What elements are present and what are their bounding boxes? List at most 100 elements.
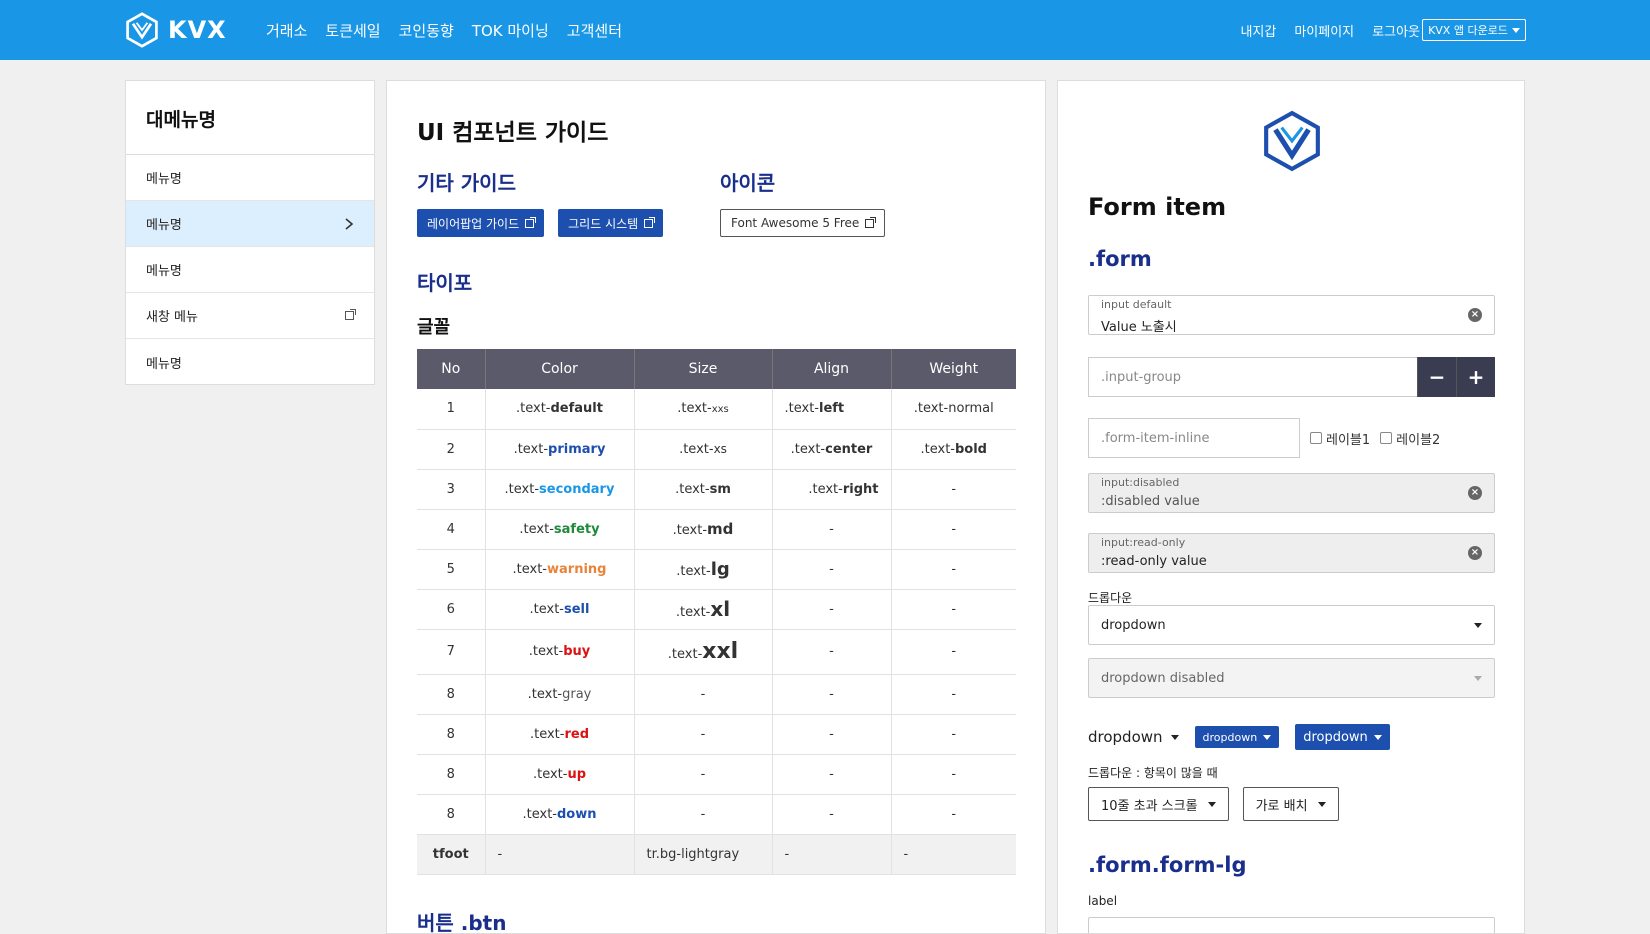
sidebar: 대메뉴명 메뉴명 메뉴명 메뉴명 새창 메뉴 메뉴명 [125,80,375,385]
checkbox-label-1[interactable]: 레이블1 [1310,429,1370,448]
cell-align: - [772,754,892,795]
sidebar-item-2-active[interactable]: 메뉴명 [126,201,374,247]
dropdown-horizontal-button[interactable]: 가로 배치 [1242,787,1339,821]
dropdown-select[interactable]: dropdown [1088,605,1495,645]
cell-align: - [772,549,892,590]
top-navbar: KVX 거래소 토큰세일 코인동향 TOK 마이닝 고객센터 내지갑 마이페이지… [0,0,1650,60]
sidebar-item-label: 메뉴명 [146,264,182,279]
cell-no: 3 [417,469,486,510]
grid-system-button[interactable]: 그리드 시스템 [558,209,664,237]
table-row: 4 .text-safety .text-md - - [417,509,1016,550]
user-nav: 내지갑 마이페이지 로그아웃 [1240,21,1420,40]
sidebar-item-3[interactable]: 메뉴명 [126,247,374,293]
external-link-icon [865,216,877,228]
cell-size: - [634,674,773,715]
cell-align: - [772,509,892,550]
cell-weight: .text-normal [891,389,1016,430]
cell-weight: - [891,674,1016,715]
dropdown-value: dropdown [1101,617,1166,633]
nav-logout[interactable]: 로그아웃 [1372,21,1420,40]
dropdown-scroll-button[interactable]: 10줄 초과 스크롤 [1088,787,1229,821]
nav-my-page[interactable]: 마이페이지 [1294,21,1354,40]
minus-button[interactable]: − [1417,357,1456,397]
nav-tok-mining[interactable]: TOK 마이닝 [472,20,549,41]
layer-popup-guide-label: 레이어팝업 가이드 [427,216,520,231]
dropdown-plain[interactable]: dropdown [1088,728,1179,746]
input-default[interactable]: input default Value 노출시 × [1088,295,1495,335]
input-disabled-value: :disabled value [1101,494,1200,509]
form-item-panel: Form item .form input default Value 노출시 … [1057,80,1525,934]
external-link-icon [345,309,356,320]
dropdown-button-medium[interactable]: dropdown [1295,724,1390,750]
cell-color: .text-down [485,794,635,835]
input-readonly-value: :read-only value [1101,554,1207,569]
input-default-label: input default [1101,298,1172,311]
form-item-inline-row: .form-item-inline 레이블1 레이블2 [1088,418,1440,458]
app-download-button[interactable]: KVX 앱 다운로드 [1422,19,1526,41]
icon-buttons: Font Awesome 5 Free [720,209,886,237]
nav-my-wallet[interactable]: 내지갑 [1240,21,1276,40]
sidebar-item-1[interactable]: 메뉴명 [126,155,374,201]
clear-icon[interactable]: × [1468,308,1482,322]
form-lg-input[interactable] [1088,917,1495,933]
nav-customer-center[interactable]: 고객센터 [567,20,622,41]
form-item-title: Form item [1088,193,1227,221]
nav-token-sale[interactable]: 토큰세일 [325,20,380,41]
form-lg-label: label [1088,894,1118,908]
table-row: 2 .text-primary .text-xs .text-center .t… [417,429,1016,470]
kvx-logo-icon [126,12,158,48]
cell-align: .text-right [772,469,892,510]
cell-color: .text-secondary [485,469,635,510]
nav-coin-trends[interactable]: 코인동향 [399,20,454,41]
input-disabled-label: input:disabled [1101,476,1180,489]
col-weight: Weight [891,349,1016,389]
sidebar-item-new-window[interactable]: 새창 메뉴 [126,293,374,339]
table-row: 3 .text-secondary .text-sm .text-right - [417,469,1016,510]
form-heading: .form [1088,247,1152,271]
cell-no: 8 [417,754,486,795]
clear-icon: × [1468,546,1482,560]
cell-no: 2 [417,429,486,470]
input-group-field[interactable]: .input-group [1088,357,1417,397]
input-default-value: Value 노출시 [1101,320,1177,335]
cell-align: - [772,714,892,755]
input-disabled: input:disabled :disabled value × [1088,473,1495,513]
checkbox-icon[interactable] [1380,432,1393,444]
dropdown-label: 드롭다운 [1088,591,1133,605]
cell-color: .text-up [485,754,635,795]
form-item-inline-field[interactable]: .form-item-inline [1088,418,1300,458]
plus-button[interactable]: + [1456,357,1495,397]
font-awesome-button[interactable]: Font Awesome 5 Free [720,209,886,237]
font-awesome-label: Font Awesome 5 Free [731,216,860,230]
cell-no: 8 [417,794,486,835]
table-row: 5 .text-warning .text-lg - - [417,549,1016,590]
cell-no: 8 [417,714,486,755]
caret-down-icon [1511,27,1520,33]
checkbox-icon[interactable] [1310,432,1322,444]
sidebar-item-5[interactable]: 메뉴명 [126,339,374,385]
page-title: UI 컴포넌트 가이드 [417,120,609,146]
cell-weight: .text-bold [891,429,1016,470]
dropdown-button-small[interactable]: dropdown [1194,726,1280,748]
checkbox-label-2[interactable]: 레이블2 [1380,429,1440,448]
cell-weight: - [891,469,1016,510]
nav-exchange[interactable]: 거래소 [266,20,307,41]
cell-align: - [772,794,892,835]
brand-logo[interactable]: KVX [124,12,227,48]
cell-weight: - [891,754,1016,795]
cell-color: .text-red [485,714,635,755]
clear-icon: × [1468,486,1482,500]
typography-table: No Color Size Align Weight 1 .text-defau… [417,349,1016,875]
cell-no: 8 [417,674,486,715]
caret-down-icon [1207,801,1216,807]
table-row: 8 .text-down - - - [417,794,1016,835]
layer-popup-guide-button[interactable]: 레이어팝업 가이드 [417,209,545,237]
cell-align: - [772,834,892,875]
col-size: Size [634,349,773,389]
cell-no: tfoot [417,834,486,875]
cell-size: .text-xxs [634,389,773,430]
cell-size: - [634,714,773,755]
cell-size: .text-xxl [634,629,773,675]
col-color: Color [485,349,635,389]
cell-size: tr.bg-lightgray [634,834,773,875]
